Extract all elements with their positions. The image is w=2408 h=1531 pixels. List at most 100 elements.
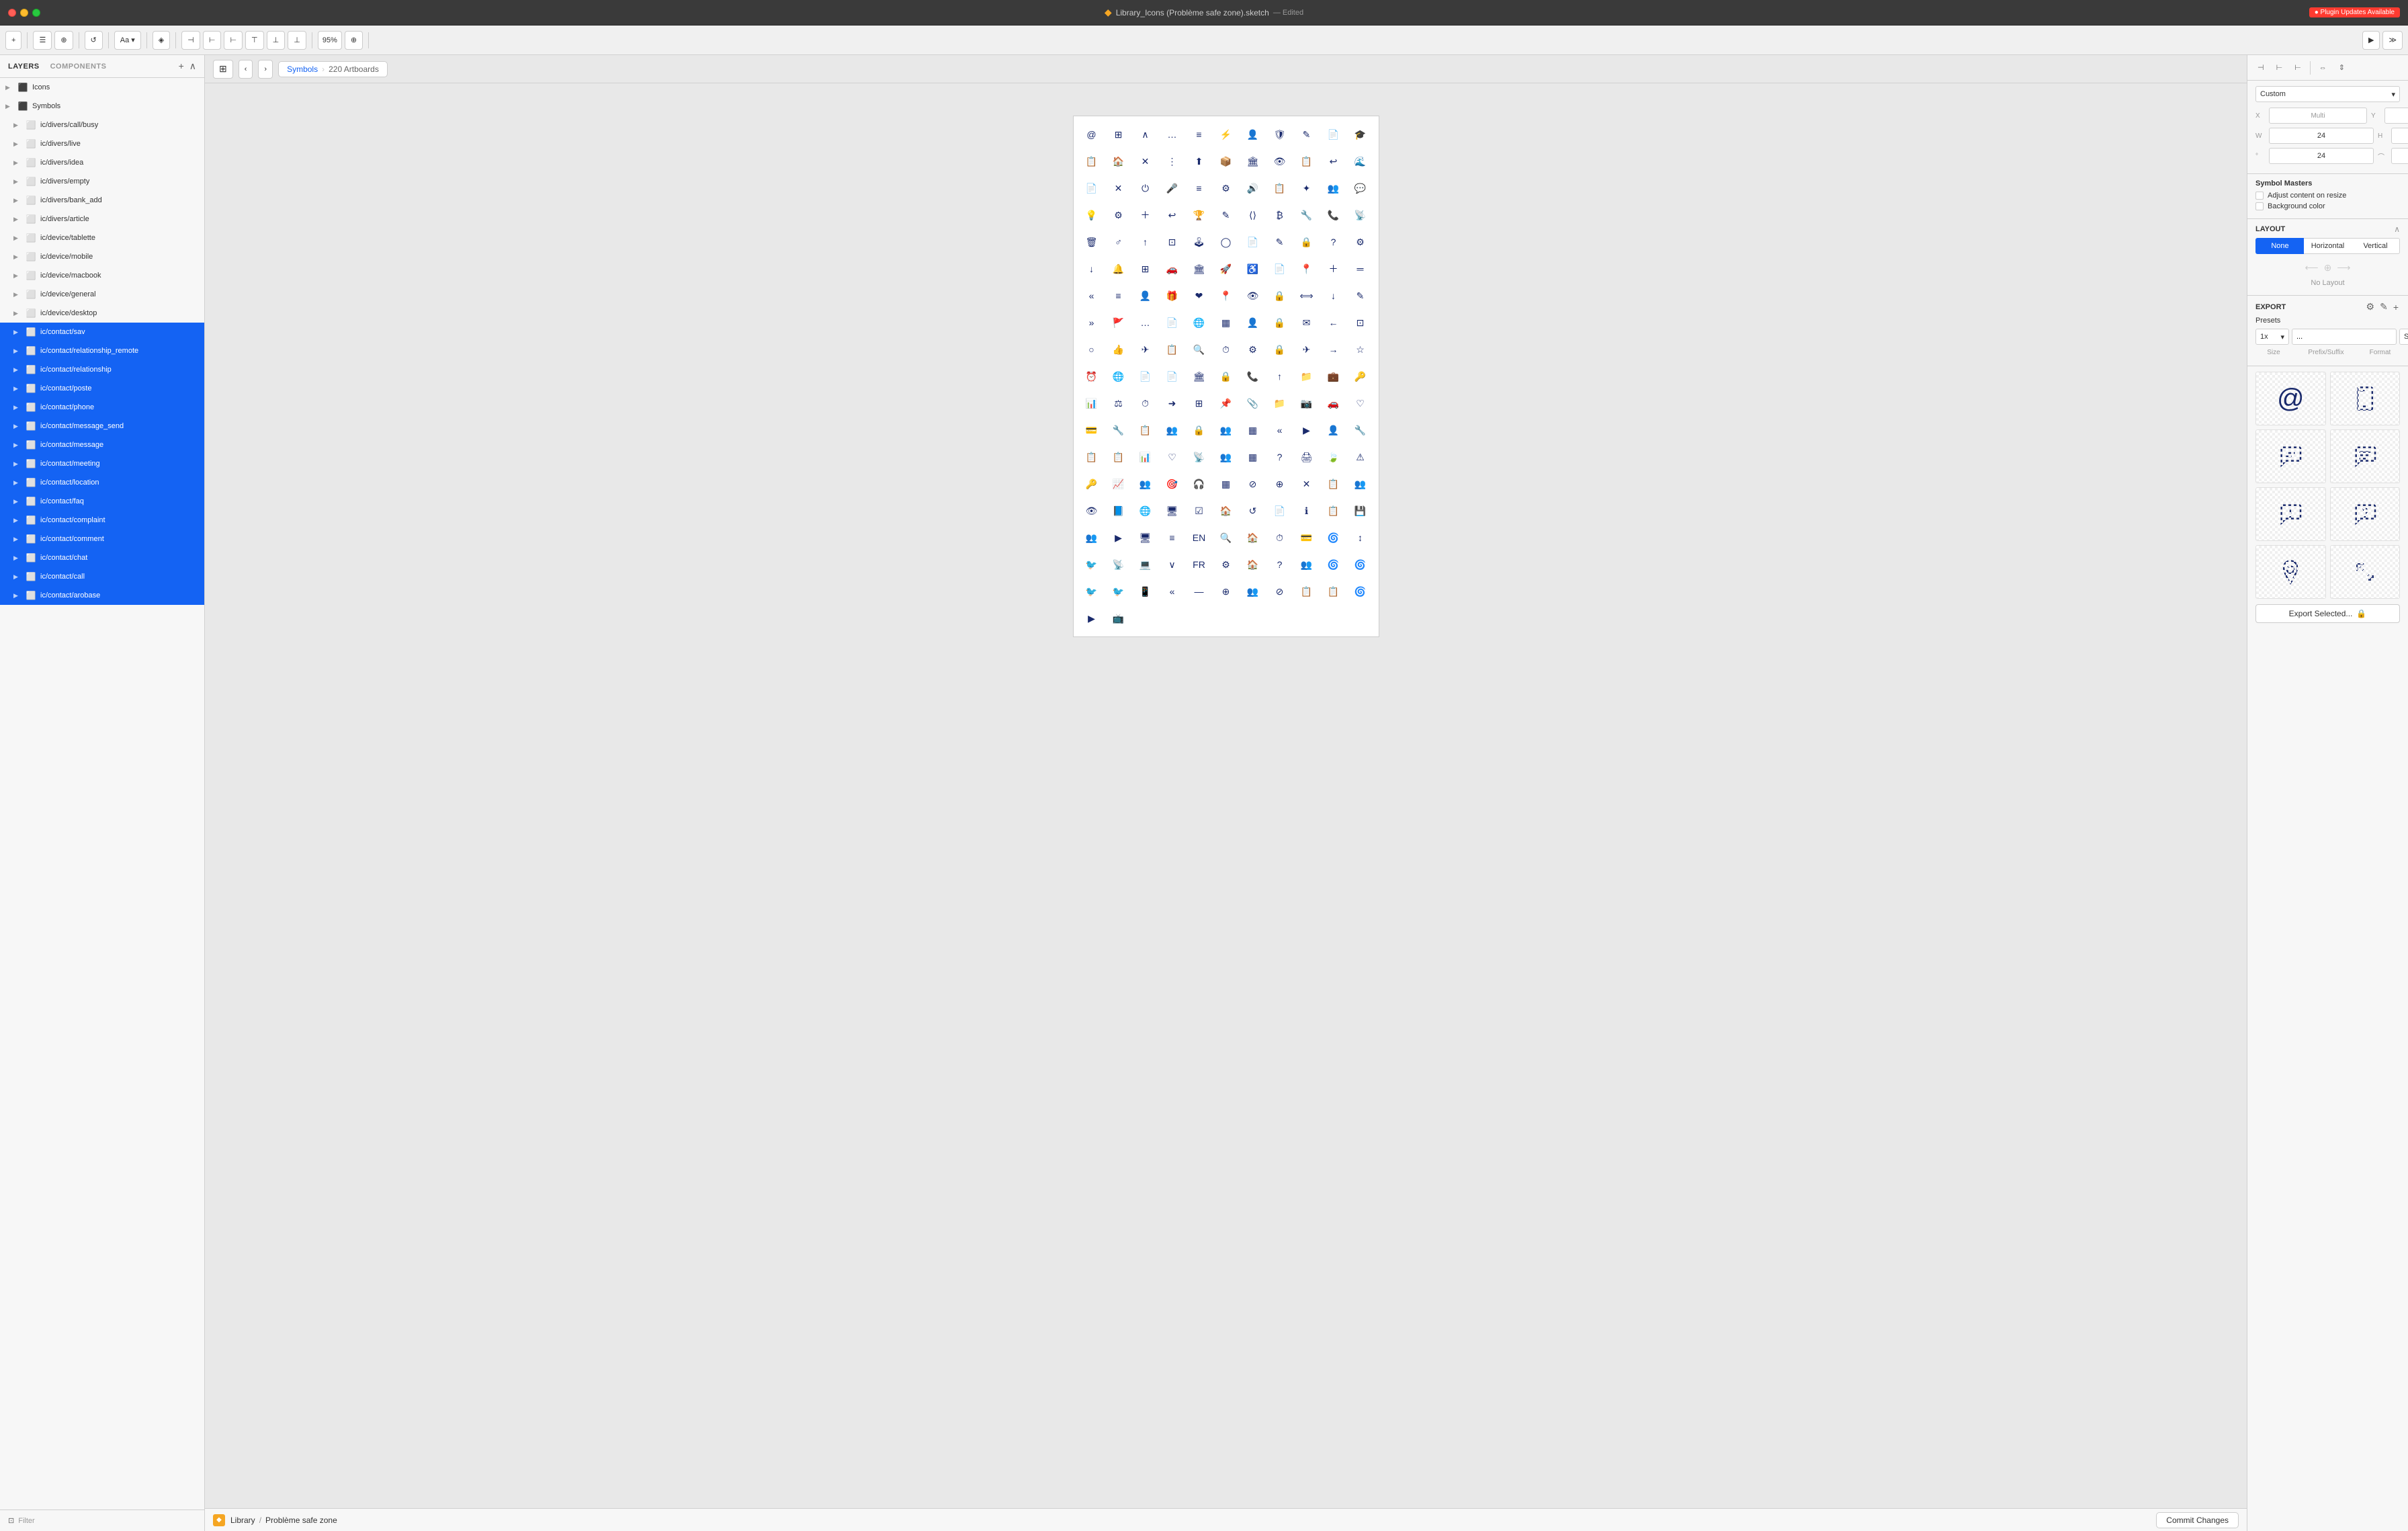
icon-cell[interactable]: 🔧 xyxy=(1106,417,1131,443)
layer-item-icons[interactable]: ▶ ⬛ Icons xyxy=(0,78,204,97)
icon-cell[interactable]: ⏱ xyxy=(1133,390,1158,416)
icon-cell[interactable]: 🌀 xyxy=(1321,552,1346,577)
icon-cell[interactable]: ▶ xyxy=(1079,606,1105,631)
icon-cell[interactable]: 👥 xyxy=(1294,552,1320,577)
icon-cell[interactable]: ⊕ xyxy=(1267,471,1293,497)
icon-cell[interactable]: 🌀 xyxy=(1348,552,1373,577)
icon-cell[interactable]: ↑ xyxy=(1267,364,1293,389)
icon-cell[interactable]: 🎓 xyxy=(1348,122,1373,147)
layer-item-4[interactable]: ▶ ⬜ ic/divers/bank_add xyxy=(0,191,204,210)
align-center-h[interactable]: ⊢ xyxy=(203,31,222,50)
icon-cell[interactable]: 📄 xyxy=(1267,498,1293,524)
icon-cell[interactable]: 👥 xyxy=(1133,471,1158,497)
icon-cell[interactable]: ▶ xyxy=(1106,525,1131,550)
icon-cell[interactable]: 📞 xyxy=(1240,364,1266,389)
icon-cell[interactable]: 🚀 xyxy=(1213,256,1239,282)
canvas-grid-toggle[interactable]: ⊞ xyxy=(213,60,233,79)
maximize-button[interactable] xyxy=(32,9,40,17)
icon-cell[interactable]: ☑ xyxy=(1187,498,1212,524)
run-plugin[interactable]: ▶ xyxy=(2362,31,2380,50)
layer-item-9[interactable]: ▶ ⬜ ic/device/general xyxy=(0,285,204,304)
icon-cell[interactable]: @ xyxy=(1079,122,1105,147)
traffic-lights[interactable] xyxy=(8,9,40,17)
align-left[interactable]: ⊣ xyxy=(181,31,200,50)
icon-cell[interactable]: ≡ xyxy=(1160,525,1185,550)
icon-cell[interactable]: ⬆ xyxy=(1187,149,1212,174)
icon-cell[interactable]: 📷 xyxy=(1294,390,1320,416)
icon-cell[interactable]: ≡ xyxy=(1187,175,1212,201)
icon-cell[interactable]: ✎ xyxy=(1213,202,1239,228)
add-button[interactable]: + xyxy=(5,31,22,50)
icon-cell[interactable]: 🏠 xyxy=(1240,525,1266,550)
icon-cell[interactable]: 🔒 xyxy=(1267,283,1293,308)
layer-item-symbols[interactable]: ▶ ⬛ Symbols xyxy=(0,97,204,116)
layer-item-23[interactable]: ▶ ⬜ ic/contact/chat xyxy=(0,548,204,567)
icon-cell[interactable]: 📋 xyxy=(1133,417,1158,443)
icon-cell[interactable]: 🔧 xyxy=(1348,417,1373,443)
icon-cell[interactable]: EN xyxy=(1187,525,1212,550)
layer-item-1[interactable]: ▶ ⬜ ic/divers/live xyxy=(0,134,204,153)
icon-cell[interactable]: 👁 xyxy=(1240,283,1266,308)
icon-cell[interactable]: ♡ xyxy=(1348,390,1373,416)
icon-cell[interactable]: « xyxy=(1267,417,1293,443)
export-size-dropdown[interactable]: 1x ▾ xyxy=(2255,329,2289,345)
distribute-h-btn[interactable]: ⇔ xyxy=(2315,60,2331,76)
layers-toggle[interactable]: ☰ xyxy=(33,31,52,50)
icon-cell[interactable]: « xyxy=(1079,283,1105,308)
layer-item-11[interactable]: ▶ ⬜ ic/contact/sav xyxy=(0,323,204,341)
icon-cell[interactable]: 💬 xyxy=(1348,175,1373,201)
zoom-fit[interactable]: ⊕ xyxy=(345,31,363,50)
y-input[interactable] xyxy=(2384,108,2408,124)
icon-cell[interactable]: ✎ xyxy=(1294,122,1320,147)
layout-vertical-btn[interactable]: Vertical xyxy=(2352,238,2400,254)
icon-cell[interactable]: 📋 xyxy=(1079,149,1105,174)
components-toggle[interactable]: ⊕ xyxy=(54,31,73,50)
toolbar-more[interactable]: ≫ xyxy=(2382,31,2403,50)
icon-cell[interactable]: ✉ xyxy=(1294,310,1320,335)
icon-cell[interactable]: ♂ xyxy=(1106,229,1131,255)
icon-cell[interactable]: 🔒 xyxy=(1267,310,1293,335)
icon-cell[interactable]: 💳 xyxy=(1294,525,1320,550)
icon-cell[interactable]: « xyxy=(1160,579,1185,604)
icon-cell[interactable]: 🕹 xyxy=(1187,229,1212,255)
icon-cell[interactable]: 🔒 xyxy=(1187,417,1212,443)
layer-item-18[interactable]: ▶ ⬜ ic/contact/meeting xyxy=(0,454,204,473)
canvas-nav-back[interactable]: ‹ xyxy=(239,60,253,79)
icon-cell[interactable]: 💼 xyxy=(1321,364,1346,389)
icon-cell[interactable]: ↩ xyxy=(1321,149,1346,174)
icon-cell[interactable]: 🔧 xyxy=(1294,202,1320,228)
icon-cell[interactable]: 📊 xyxy=(1133,444,1158,470)
icon-cell[interactable]: 📋 xyxy=(1294,579,1320,604)
align-left-btn[interactable]: ⊣ xyxy=(2253,60,2269,76)
align-right-btn[interactable]: ⊢ xyxy=(2290,60,2306,76)
export-edit-btn[interactable]: ✎ xyxy=(2378,301,2389,313)
icon-cell[interactable]: 🏠 xyxy=(1106,149,1131,174)
icon-cell[interactable]: ∨ xyxy=(1160,552,1185,577)
canvas-nav-forward[interactable]: › xyxy=(258,60,273,79)
icon-cell[interactable]: ? xyxy=(1267,552,1293,577)
close-button[interactable] xyxy=(8,9,16,17)
icon-cell[interactable]: ☆ xyxy=(1348,337,1373,362)
icon-cell[interactable]: 🚗 xyxy=(1321,390,1346,416)
icon-cell[interactable]: ⊕ xyxy=(1213,579,1239,604)
export-format-dropdown[interactable]: SVG ▾ xyxy=(2399,329,2408,345)
icon-cell[interactable]: ← xyxy=(1321,310,1346,335)
icon-cell[interactable]: ＋ xyxy=(1321,256,1346,282)
icon-cell[interactable]: 👥 xyxy=(1213,417,1239,443)
icon-cell[interactable]: ▦ xyxy=(1240,417,1266,443)
icon-cell[interactable]: 📘 xyxy=(1106,498,1131,524)
icon-cell[interactable]: 📋 xyxy=(1294,149,1320,174)
layer-item-7[interactable]: ▶ ⬜ ic/device/mobile xyxy=(0,247,204,266)
icon-cell[interactable]: ⚡ xyxy=(1213,122,1239,147)
icon-cell[interactable]: 🐦 xyxy=(1079,552,1105,577)
tab-layers[interactable]: LAYERS xyxy=(8,63,40,71)
icon-cell[interactable]: ↓ xyxy=(1079,256,1105,282)
icon-cell[interactable]: 🏛 xyxy=(1240,149,1266,174)
icon-cell[interactable]: 📱 xyxy=(1133,579,1158,604)
distribute-v-btn[interactable]: ⇕ xyxy=(2334,60,2350,76)
layer-item-15[interactable]: ▶ ⬜ ic/contact/phone xyxy=(0,398,204,417)
icon-cell[interactable]: ⏱ xyxy=(1267,525,1293,550)
layer-item-10[interactable]: ▶ ⬜ ic/device/desktop xyxy=(0,304,204,323)
layer-item-8[interactable]: ▶ ⬜ ic/device/macbook xyxy=(0,266,204,285)
icon-cell[interactable]: ↑ xyxy=(1133,229,1158,255)
